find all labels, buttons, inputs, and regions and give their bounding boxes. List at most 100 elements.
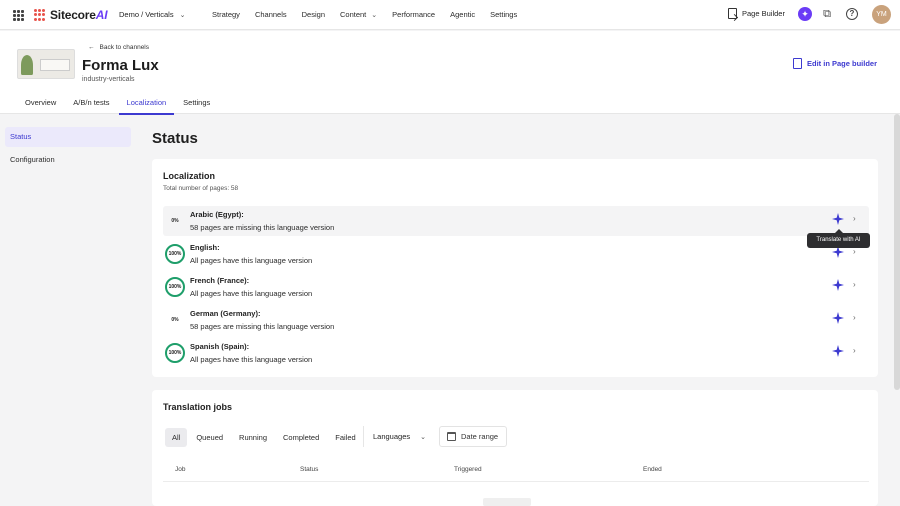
language-status: 58 pages are missing this language versi…: [190, 223, 335, 232]
translate-ai-icon[interactable]: [832, 213, 844, 225]
column-header-job[interactable]: Job: [175, 466, 185, 473]
languages-dropdown[interactable]: Languages ⌄: [363, 426, 435, 447]
language-status: All pages have this language version: [190, 355, 313, 364]
localization-title: Localization: [163, 171, 216, 181]
puzzle-icon[interactable]: ⧉: [821, 8, 833, 20]
edit-in-page-builder-button[interactable]: Edit in Page builder: [793, 58, 877, 69]
language-status: 58 pages are missing this language versi…: [190, 322, 335, 331]
page-edit-icon: [793, 58, 802, 69]
page-title: Forma Lux: [82, 57, 159, 74]
chevron-down-icon: ⌄: [420, 433, 426, 441]
site-header: ← Back to channels Forma Lux industry-ve…: [0, 31, 900, 115]
logo-text: SitecoreAI: [50, 8, 108, 22]
progress-ring: 100%: [165, 343, 185, 363]
translate-ai-icon[interactable]: [832, 312, 844, 324]
date-range-label: Date range: [461, 432, 499, 441]
page-builder-label: Page Builder: [742, 9, 785, 18]
nav-label: Settings: [490, 10, 518, 19]
chevron-right-icon[interactable]: ›: [853, 214, 856, 223]
sitecore-logo[interactable]: SitecoreAI: [34, 8, 108, 22]
chevron-right-icon[interactable]: ›: [853, 313, 856, 322]
nav-settings[interactable]: Settings: [490, 10, 517, 19]
tab-settings[interactable]: Settings: [175, 94, 218, 115]
scrollbar[interactable]: [894, 114, 900, 390]
nav-channels[interactable]: Channels: [255, 10, 287, 19]
nav-label: Channels: [254, 10, 287, 19]
site-thumbnail: [17, 49, 75, 79]
language-name: English:: [190, 243, 220, 252]
filter-all[interactable]: All: [165, 428, 188, 447]
translate-ai-icon[interactable]: [832, 345, 844, 357]
filter-failed[interactable]: Failed: [328, 428, 362, 447]
tab-localization[interactable]: Localization: [118, 94, 175, 115]
language-name: Spanish (Spain):: [190, 342, 250, 351]
ai-assistant-icon[interactable]: ✦: [798, 7, 812, 21]
avatar[interactable]: YM: [872, 5, 891, 24]
back-label: Back to channels: [99, 44, 150, 51]
translation-jobs-title: Translation jobs: [163, 402, 233, 412]
table-divider: [163, 481, 869, 482]
sidebar-item-status[interactable]: Status: [5, 127, 131, 147]
tab-ab-tests[interactable]: A/B/n tests: [65, 94, 117, 115]
job-status-filters: All Queued Running Completed Failed: [165, 428, 365, 447]
translation-jobs-card: [152, 390, 878, 506]
filter-completed[interactable]: Completed: [276, 428, 326, 447]
loading-placeholder: [483, 498, 531, 506]
language-name: Arabic (Egypt):: [190, 210, 244, 219]
language-row-german[interactable]: 0% German (Germany): 58 pages are missin…: [163, 305, 869, 335]
calendar-icon: [447, 432, 456, 441]
nav-strategy[interactable]: Strategy: [212, 10, 240, 19]
nav-agentic[interactable]: Agentic: [450, 10, 475, 19]
chevron-right-icon[interactable]: ›: [853, 346, 856, 355]
language-status: All pages have this language version: [190, 289, 313, 298]
progress-ring: 100%: [165, 244, 185, 264]
header-tabs: Overview A/B/n tests Localization Settin…: [17, 94, 219, 115]
site-selector-label: Demo / Verticals: [119, 10, 174, 19]
language-name: German (Germany):: [190, 309, 261, 318]
column-header-ended[interactable]: Ended: [643, 466, 662, 473]
column-header-status[interactable]: Status: [300, 466, 318, 473]
top-bar: SitecoreAI Demo / Verticals ⌄ Strategy C…: [0, 0, 900, 30]
nav-label: Content: [340, 10, 367, 19]
date-range-picker[interactable]: Date range: [439, 426, 507, 447]
column-header-triggered[interactable]: Triggered: [454, 466, 482, 473]
filter-queued[interactable]: Queued: [189, 428, 230, 447]
translate-ai-icon[interactable]: [832, 279, 844, 291]
nav-label: Strategy: [212, 10, 240, 19]
language-row-spanish[interactable]: 100% Spanish (Spain): All pages have thi…: [163, 338, 869, 368]
nav-performance[interactable]: Performance: [392, 10, 435, 19]
page-builder-icon: [728, 8, 737, 19]
nav-label: Design: [301, 10, 325, 19]
nav-design[interactable]: Design: [302, 10, 325, 19]
filter-running[interactable]: Running: [232, 428, 274, 447]
nav-label: Performance: [392, 10, 436, 19]
progress-ring: 100%: [165, 277, 185, 297]
back-to-channels-link[interactable]: ← Back to channels: [88, 44, 149, 51]
chevron-down-icon: ⌄: [179, 11, 186, 19]
chevron-right-icon[interactable]: ›: [853, 280, 856, 289]
chevron-right-icon[interactable]: ›: [853, 247, 856, 256]
site-selector[interactable]: Demo / Verticals ⌄: [119, 10, 185, 19]
language-name: French (France):: [190, 276, 250, 285]
edit-label: Edit in Page builder: [807, 59, 878, 68]
localization-subtitle: Total number of pages: 58: [163, 185, 239, 192]
nav-content[interactable]: Content ⌄: [340, 10, 377, 19]
sidebar-item-configuration[interactable]: Configuration: [5, 150, 131, 170]
chevron-down-icon: ⌄: [371, 11, 378, 19]
arrow-left-icon: ←: [88, 44, 95, 51]
site-subtitle: industry-verticals: [82, 76, 135, 83]
tab-overview[interactable]: Overview: [17, 94, 64, 115]
progress-ring: 0%: [171, 218, 179, 224]
section-title: Status: [152, 130, 198, 147]
language-row-arabic[interactable]: 0% Arabic (Egypt): 58 pages are missing …: [163, 206, 869, 236]
app-switcher-icon[interactable]: [13, 10, 24, 21]
language-status: All pages have this language version: [190, 256, 313, 265]
page-builder-button[interactable]: Page Builder: [728, 8, 785, 19]
language-row-french[interactable]: 100% French (France): All pages have thi…: [163, 272, 869, 302]
languages-label: Languages: [373, 432, 411, 441]
nav-label: Agentic: [450, 10, 476, 19]
language-row-english[interactable]: 100% English: All pages have this langua…: [163, 239, 869, 269]
translate-tooltip: Translate with AI: [807, 229, 870, 248]
main-nav: Strategy Channels Design Content ⌄ Perfor…: [212, 10, 532, 19]
help-icon[interactable]: ?: [846, 8, 858, 20]
